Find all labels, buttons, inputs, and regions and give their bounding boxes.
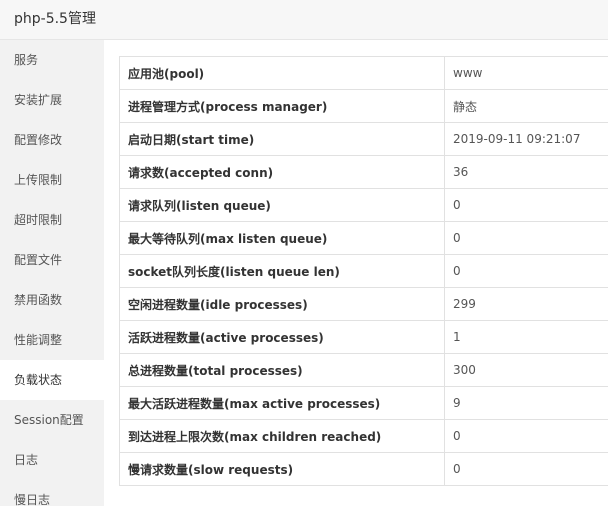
row-value: 300 bbox=[444, 353, 608, 387]
sidebar-item-log[interactable]: 日志 bbox=[0, 440, 104, 480]
sidebar-item-install-extensions[interactable]: 安装扩展 bbox=[0, 80, 104, 120]
row-value: 0 bbox=[444, 419, 608, 453]
row-value: 9 bbox=[444, 386, 608, 420]
row-value: 0 bbox=[444, 188, 608, 222]
table-row: 慢请求数量(slow requests) 0 bbox=[119, 452, 608, 486]
load-status-table: 应用池(pool) www 进程管理方式(process manager) 静态… bbox=[119, 56, 608, 486]
row-value: 36 bbox=[444, 155, 608, 189]
table-row: 空闲进程数量(idle processes) 299 bbox=[119, 287, 608, 321]
row-key: 活跃进程数量(active processes) bbox=[119, 320, 445, 354]
row-key: 到达进程上限次数(max children reached) bbox=[119, 419, 445, 453]
sidebar-item-upload-limit[interactable]: 上传限制 bbox=[0, 160, 104, 200]
row-value: 1 bbox=[444, 320, 608, 354]
sidebar: 服务 安装扩展 配置修改 上传限制 超时限制 配置文件 禁用函数 性能调整 负载… bbox=[0, 40, 104, 506]
row-key: 最大等待队列(max listen queue) bbox=[119, 221, 445, 255]
table-row: 请求数(accepted conn) 36 bbox=[119, 155, 608, 189]
row-value: 0 bbox=[444, 452, 608, 486]
row-value: 0 bbox=[444, 221, 608, 255]
table-row: 最大等待队列(max listen queue) 0 bbox=[119, 221, 608, 255]
sidebar-item-session-config[interactable]: Session配置 bbox=[0, 400, 104, 440]
table-row: 应用池(pool) www bbox=[119, 56, 608, 90]
row-key: 应用池(pool) bbox=[119, 56, 445, 90]
sidebar-item-config-edit[interactable]: 配置修改 bbox=[0, 120, 104, 160]
window-title: php-5.5管理 bbox=[14, 11, 96, 27]
table-row: 到达进程上限次数(max children reached) 0 bbox=[119, 419, 608, 453]
title-bar: php-5.5管理 bbox=[0, 0, 608, 40]
table-row: 启动日期(start time) 2019-09-11 09:21:07 bbox=[119, 122, 608, 156]
row-key: 启动日期(start time) bbox=[119, 122, 445, 156]
table-row: 进程管理方式(process manager) 静态 bbox=[119, 89, 608, 123]
sidebar-item-load-status[interactable]: 负载状态 bbox=[0, 360, 104, 400]
table-row: 最大活跃进程数量(max active processes) 9 bbox=[119, 386, 608, 420]
row-key: 最大活跃进程数量(max active processes) bbox=[119, 386, 445, 420]
php-manager-window: php-5.5管理 服务 安装扩展 配置修改 上传限制 超时限制 配置文件 禁用… bbox=[0, 0, 608, 506]
row-value: 0 bbox=[444, 254, 608, 288]
row-value: 2019-09-11 09:21:07 bbox=[444, 122, 608, 156]
row-key: 空闲进程数量(idle processes) bbox=[119, 287, 445, 321]
table-row: 活跃进程数量(active processes) 1 bbox=[119, 320, 608, 354]
row-value: 299 bbox=[444, 287, 608, 321]
sidebar-item-timeout-limit[interactable]: 超时限制 bbox=[0, 200, 104, 240]
row-value: 静态 bbox=[444, 89, 608, 123]
sidebar-item-performance-tuning[interactable]: 性能调整 bbox=[0, 320, 104, 360]
sidebar-item-config-file[interactable]: 配置文件 bbox=[0, 240, 104, 280]
sidebar-item-slow-log[interactable]: 慢日志 bbox=[0, 480, 104, 506]
table-row: 请求队列(listen queue) 0 bbox=[119, 188, 608, 222]
sidebar-item-service[interactable]: 服务 bbox=[0, 40, 104, 80]
row-key: 请求数(accepted conn) bbox=[119, 155, 445, 189]
row-key: socket队列长度(listen queue len) bbox=[119, 254, 445, 288]
main-content: 应用池(pool) www 进程管理方式(process manager) 静态… bbox=[104, 40, 608, 506]
row-value: www bbox=[444, 56, 608, 90]
row-key: 总进程数量(total processes) bbox=[119, 353, 445, 387]
row-key: 进程管理方式(process manager) bbox=[119, 89, 445, 123]
row-key: 慢请求数量(slow requests) bbox=[119, 452, 445, 486]
row-key: 请求队列(listen queue) bbox=[119, 188, 445, 222]
table-row: 总进程数量(total processes) 300 bbox=[119, 353, 608, 387]
sidebar-item-disabled-functions[interactable]: 禁用函数 bbox=[0, 280, 104, 320]
table-row: socket队列长度(listen queue len) 0 bbox=[119, 254, 608, 288]
